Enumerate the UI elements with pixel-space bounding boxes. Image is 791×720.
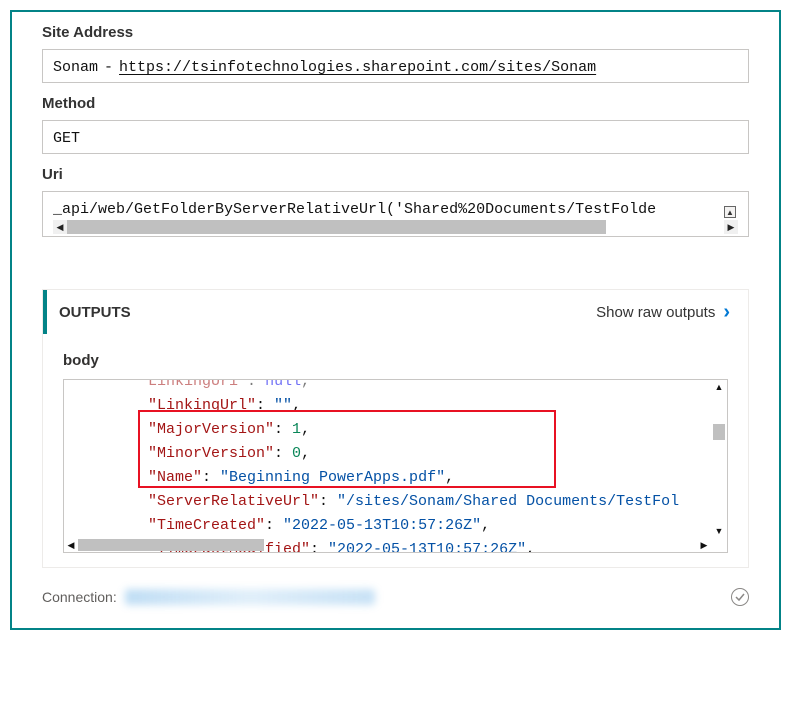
scroll-right-arrow-icon[interactable]: ▶ — [724, 220, 738, 234]
check-circle-icon — [731, 588, 749, 606]
uri-value: _api/web/GetFolderByServerRelativeUrl('S… — [53, 201, 656, 218]
json-output: LinkingUri : null, "LinkingUrl": "", "Ma… — [68, 379, 705, 553]
scroll-down-arrow-icon[interactable]: ▼ — [711, 524, 727, 538]
site-address-value-box[interactable]: Sonam-https://tsinfotechnologies.sharepo… — [42, 49, 749, 83]
uri-group: Uri _api/web/GetFolderByServerRelativeUr… — [42, 166, 749, 237]
site-address-label: Site Address — [42, 24, 749, 41]
body-vertical-scrollbar[interactable]: ▲ ▼ — [711, 380, 727, 538]
scroll-up-arrow-icon[interactable]: ▲ — [711, 380, 727, 394]
method-group: Method GET — [42, 95, 749, 154]
uri-value-box[interactable]: _api/web/GetFolderByServerRelativeUrl('S… — [42, 191, 749, 237]
body-json-box[interactable]: LinkingUri : null, "LinkingUrl": "", "Ma… — [63, 379, 728, 553]
uri-horizontal-scrollbar[interactable]: ◀ ▶ — [53, 220, 738, 234]
connection-label: Connection: — [42, 589, 117, 605]
scroll-left-arrow-icon[interactable]: ◀ — [64, 538, 78, 552]
scroll-thumb[interactable] — [67, 220, 606, 234]
connection-footer: Connection: — [12, 568, 779, 628]
scroll-thumb-horizontal[interactable] — [78, 539, 264, 551]
scroll-left-arrow-icon[interactable]: ◀ — [53, 220, 67, 234]
body-label: body — [63, 352, 728, 369]
inputs-section: Site Address Sonam-https://tsinfotechnol… — [12, 24, 779, 265]
action-run-panel: Site Address Sonam-https://tsinfotechnol… — [10, 10, 781, 630]
method-value-box[interactable]: GET — [42, 120, 749, 154]
outputs-title: OUTPUTS — [47, 304, 131, 321]
site-address-url: https://tsinfotechnologies.sharepoint.co… — [119, 59, 596, 76]
method-value: GET — [53, 130, 80, 147]
scroll-right-arrow-icon[interactable]: ▶ — [697, 538, 711, 552]
scroll-thumb-vertical[interactable] — [713, 424, 725, 440]
site-address-group: Site Address Sonam-https://tsinfotechnol… — [42, 24, 749, 83]
method-label: Method — [42, 95, 749, 112]
show-raw-outputs-label: Show raw outputs — [596, 304, 715, 321]
uri-label: Uri — [42, 166, 749, 183]
chevron-right-icon: › — [723, 302, 730, 322]
connection-value-redacted — [125, 589, 375, 605]
outputs-body-section: body LinkingUri : null, "LinkingUrl": ""… — [43, 334, 748, 567]
show-raw-outputs-button[interactable]: Show raw outputs › — [596, 302, 730, 322]
site-address-prefix: Sonam — [53, 59, 98, 76]
outputs-header: OUTPUTS Show raw outputs › — [43, 290, 748, 334]
outputs-card: OUTPUTS Show raw outputs › body LinkingU… — [42, 289, 749, 568]
body-horizontal-scrollbar[interactable]: ◀ ▶ — [64, 538, 711, 552]
uri-updown-icon[interactable]: ▲ ▼ — [724, 206, 736, 218]
